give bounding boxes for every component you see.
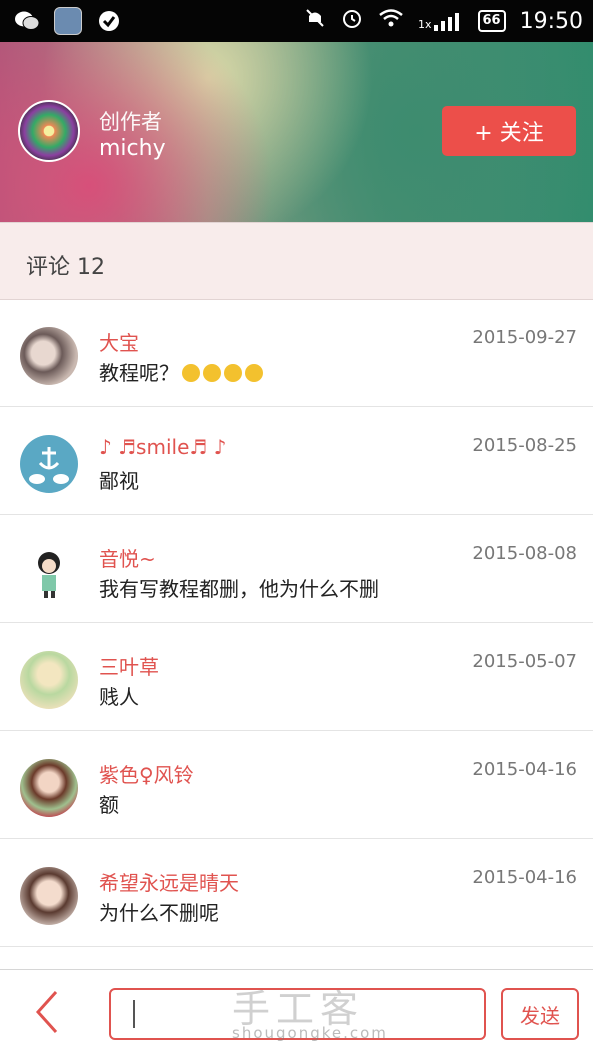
wechat-icon [14,8,40,34]
comments-count: 评论 12 [26,255,105,280]
comment-username[interactable]: ♪ ♬smile♬ ♪ [99,435,226,459]
comment-text-content: 教程呢？ [99,361,179,385]
alarm-icon [340,6,364,36]
user-avatar[interactable] [20,435,78,493]
check-icon [96,8,122,34]
creator-label: 创作者 [99,110,162,134]
comments-header: 评论 12 [0,222,593,300]
user-avatar[interactable] [20,759,78,817]
gallery-icon [54,7,82,35]
user-avatar[interactable] [20,651,78,709]
status-bar: 1x 66 19:50 [0,0,593,42]
comment-text: 我有写教程都删，他为什么不删 [99,577,379,601]
comment-text: 贱人 [99,685,139,709]
comment-item[interactable]: 大宝 2015-09-27 教程呢？ [0,299,593,407]
user-avatar[interactable] [20,543,78,601]
user-avatar[interactable] [20,327,78,385]
comment-text: 教程呢？ [99,357,263,386]
angry-emoji-icon [245,363,263,382]
comment-item[interactable]: ♪ ♬smile♬ ♪ 2015-08-25 鄙视 [0,407,593,515]
creator-avatar[interactable] [18,100,80,162]
watermark-url: shougongke.com [232,1024,388,1042]
angry-emoji-icon [203,363,221,382]
wifi-icon [378,8,404,34]
text-caret [133,1000,135,1028]
creator-header: 创作者 michy + 关注 [0,42,593,222]
angry-emoji-icon [224,363,242,382]
angry-emoji-icon [182,363,200,382]
comment-username[interactable]: 大宝 [99,327,139,356]
comment-date: 2015-08-25 [472,435,577,456]
comment-item[interactable]: 音悦~ 2015-08-08 我有写教程都删，他为什么不删 [0,515,593,623]
comment-text: 额 [99,793,119,817]
comment-text: 鄙视 [99,469,139,493]
comment-username[interactable]: 紫色♀风铃 [99,759,194,788]
comment-item[interactable]: 希望永远是晴天 2015-04-16 为什么不删呢 [0,839,593,947]
comment-date: 2015-04-16 [472,867,577,888]
back-chevron-icon[interactable] [32,990,62,1034]
comment-date: 2015-05-07 [472,651,577,672]
follow-button[interactable]: + 关注 [442,106,576,156]
comment-date: 2015-04-16 [472,759,577,780]
comment-username[interactable]: 三叶草 [99,651,159,680]
comment-username[interactable]: 希望永远是晴天 [99,867,239,896]
send-button[interactable]: 发送 [501,988,579,1040]
user-avatar[interactable] [20,867,78,925]
comment-date: 2015-09-27 [472,327,577,348]
comment-item[interactable]: 三叶草 2015-05-07 贱人 [0,623,593,731]
comment-list: 大宝 2015-09-27 教程呢？ ♪ ♬smile♬ ♪ 2015-08-2… [0,299,593,947]
battery-icon: 66 [477,10,506,32]
comment-username[interactable]: 音悦~ [99,543,156,572]
comment-text: 为什么不删呢 [99,901,219,925]
comment-item[interactable]: 紫色♀风铃 2015-04-16 额 [0,731,593,839]
signal-icon: 1x [418,11,464,31]
creator-name[interactable]: michy [99,136,166,161]
clock: 19:50 [519,8,583,34]
mute-icon [304,7,326,35]
comment-date: 2015-08-08 [472,543,577,564]
network-type: 1x [417,18,432,31]
